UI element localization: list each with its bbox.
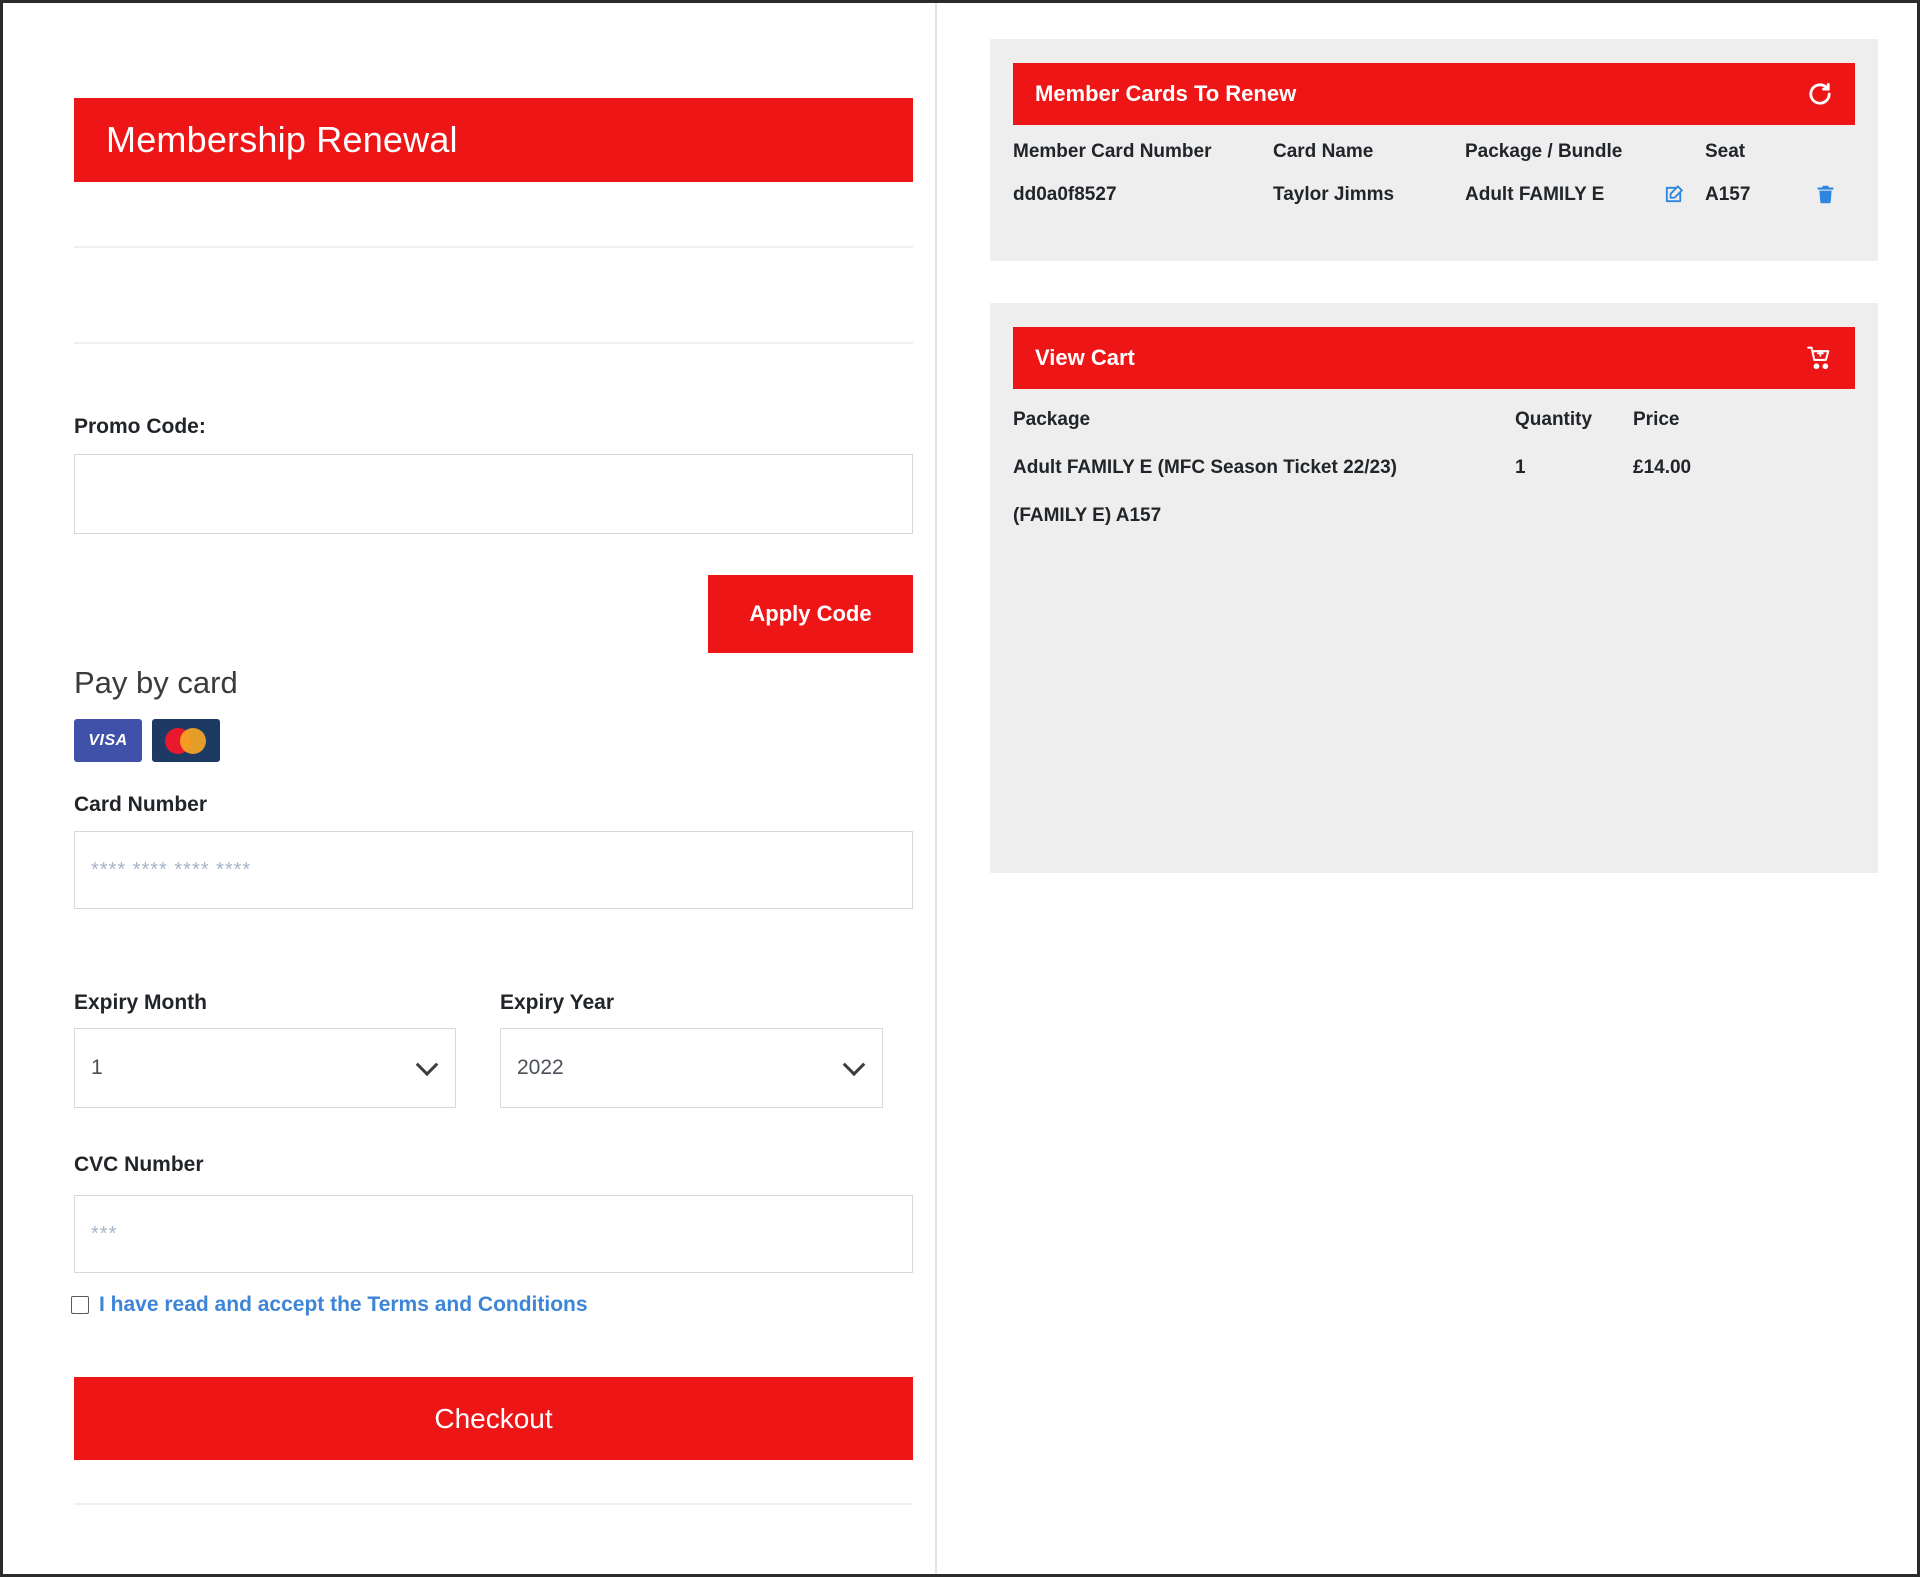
member-cards-panel: Member Cards To Renew Member Card Number…	[990, 39, 1878, 261]
checkout-page: Membership Renewal Promo Code: Apply Cod…	[0, 0, 1920, 1577]
terms-row: I have read and accept the Terms and Con…	[71, 1293, 588, 1317]
col-quantity: Quantity	[1515, 409, 1593, 430]
membership-renewal-form: Membership Renewal Promo Code: Apply Cod…	[3, 3, 935, 1574]
expiry-year-label: Expiry Year	[500, 991, 615, 1014]
refresh-icon[interactable]	[1807, 81, 1833, 107]
table-row: dd0a0f8527 Taylor Jimms Adult FAMILY E A…	[1013, 183, 1855, 206]
chevron-down-icon	[842, 1053, 866, 1077]
expiry-year-group: Expiry Year 2022	[500, 991, 883, 1108]
col-member-card-number: Member Card Number	[1013, 141, 1212, 162]
cell-card-name: Taylor Jimms	[1273, 183, 1395, 205]
expiry-year-value: 2022	[517, 1056, 564, 1079]
col-seat: Seat	[1705, 141, 1746, 162]
expiry-month-value: 1	[91, 1056, 103, 1079]
cart-header-row: Package Quantity Price	[1013, 409, 1855, 431]
view-cart-title: View Cart	[1035, 345, 1135, 370]
member-cards-header-row: Member Card Number Card Name Package / B…	[1013, 141, 1855, 163]
chevron-down-icon	[415, 1053, 439, 1077]
cvc-number-input[interactable]	[74, 1195, 913, 1273]
column-divider	[935, 3, 937, 1574]
cell-seat: A157	[1705, 183, 1751, 205]
member-cards-table: Member Card Number Card Name Package / B…	[1013, 141, 1855, 206]
cvc-number-label: CVC Number	[74, 1153, 204, 1176]
cart-item-price: £14.00	[1633, 457, 1692, 478]
col-price: Price	[1633, 409, 1680, 430]
col-package: Package	[1013, 409, 1091, 430]
expiry-month-group: Expiry Month 1	[74, 991, 456, 1108]
cart-item-row: Adult FAMILY E (MFC Season Ticket 22/23)…	[1013, 457, 1855, 479]
cart-item-quantity: 1	[1515, 457, 1526, 478]
view-cart-panel: View Cart Package Quantity Price Adult F…	[990, 303, 1878, 873]
cell-package-bundle: Adult FAMILY E	[1465, 183, 1605, 205]
cell-member-card-number: dd0a0f8527	[1013, 183, 1117, 205]
mastercard-icon	[152, 719, 220, 762]
trash-icon[interactable]	[1815, 183, 1855, 206]
checkout-button[interactable]: Checkout	[74, 1377, 913, 1460]
accepted-card-logos: VISA	[74, 719, 220, 762]
visa-icon: VISA	[74, 719, 142, 762]
member-cards-title: Member Cards To Renew	[1035, 81, 1297, 106]
terms-and-conditions-link[interactable]: I have read and accept the Terms and Con…	[99, 1293, 588, 1317]
view-cart-header: View Cart	[1013, 327, 1855, 389]
divider-2	[74, 342, 913, 344]
card-number-input[interactable]	[74, 831, 913, 909]
expiry-year-select[interactable]: 2022	[500, 1028, 883, 1108]
visa-logo-text: VISA	[88, 731, 128, 749]
divider-1	[74, 246, 913, 248]
promo-code-input[interactable]	[74, 454, 913, 534]
divider-3	[74, 1503, 913, 1505]
page-title-banner: Membership Renewal	[74, 98, 913, 182]
terms-checkbox[interactable]	[71, 1296, 89, 1314]
apply-code-button[interactable]: Apply Code	[708, 575, 913, 653]
expiry-month-select[interactable]: 1	[74, 1028, 456, 1108]
promo-code-label: Promo Code:	[74, 415, 206, 438]
cart-item-seat-row: (FAMILY E) A157	[1013, 505, 1855, 527]
cart-plus-icon[interactable]	[1806, 345, 1833, 371]
cart-item-package: Adult FAMILY E (MFC Season Ticket 22/23)	[1013, 457, 1397, 478]
mastercard-right-circle	[180, 728, 206, 754]
edit-icon[interactable]	[1663, 183, 1705, 206]
cart-item-seat: (FAMILY E) A157	[1013, 505, 1162, 526]
card-number-label: Card Number	[74, 793, 208, 816]
col-card-name: Card Name	[1273, 141, 1374, 162]
expiry-month-label: Expiry Month	[74, 991, 208, 1014]
col-package-bundle: Package / Bundle	[1465, 141, 1623, 162]
page-title: Membership Renewal	[106, 119, 458, 160]
pay-by-card-heading: Pay by card	[74, 665, 238, 700]
cart-items-table: Package Quantity Price Adult FAMILY E (M…	[1013, 409, 1855, 527]
member-cards-header: Member Cards To Renew	[1013, 63, 1855, 125]
